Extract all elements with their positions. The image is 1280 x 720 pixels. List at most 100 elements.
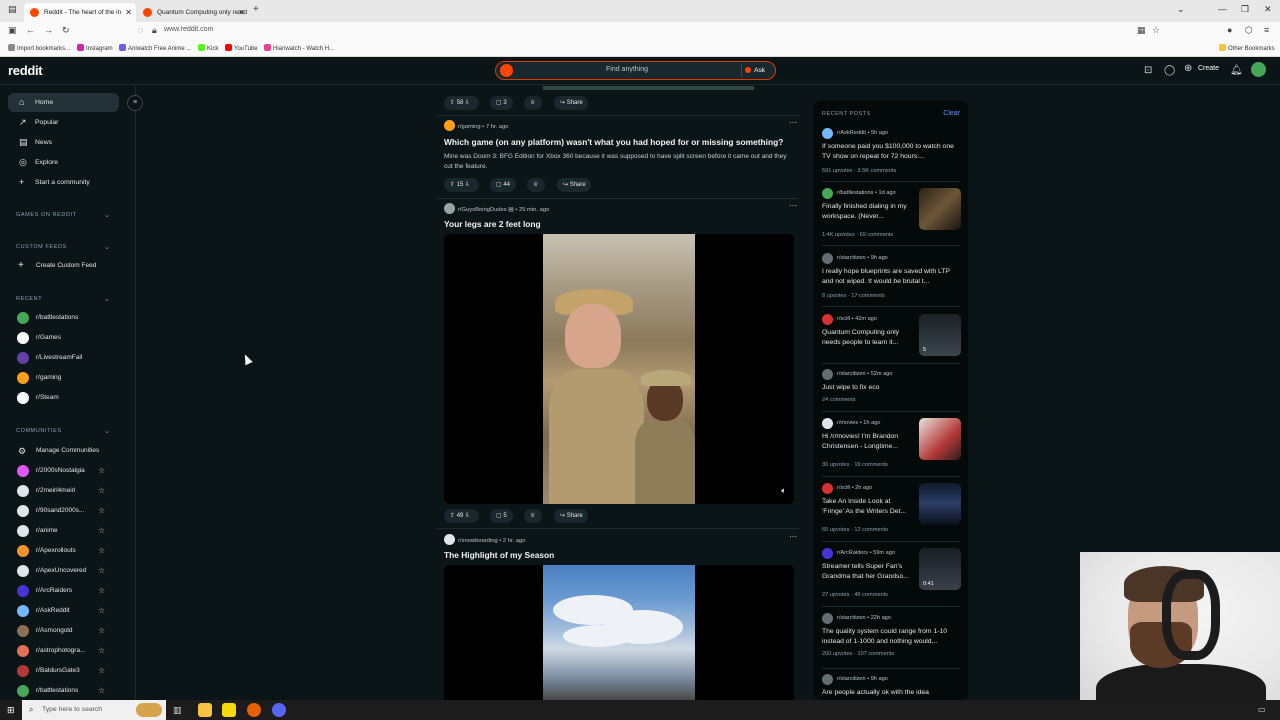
- close-tab-icon[interactable]: ✕: [238, 3, 245, 22]
- subreddit-link[interactable]: r/gaming: [458, 124, 481, 130]
- community-item[interactable]: r/AskReddit ☆: [16, 604, 126, 618]
- advertise-icon[interactable]: ⊡: [1144, 65, 1152, 76]
- favorite-star-icon[interactable]: ☆: [98, 524, 105, 538]
- recent-item[interactable]: r/battlestations: [16, 311, 126, 325]
- search-bar[interactable]: Find anything Ask: [495, 61, 776, 80]
- post-thumbnail[interactable]: 5: [919, 314, 961, 356]
- firefox-icon[interactable]: [247, 703, 261, 717]
- recent-post-item[interactable]: r/starcitizen • 9h ago I really hope blu…: [822, 253, 962, 301]
- favorite-star-icon[interactable]: ☆: [98, 664, 105, 678]
- post-title[interactable]: Which game (on any platform) wasn't what…: [444, 137, 783, 147]
- tab-reddit[interactable]: Reddit - The heart of the in ✕: [24, 3, 136, 22]
- extensions-icon[interactable]: ⬡: [1245, 25, 1253, 36]
- community-item[interactable]: r/ArcRaiders ☆: [16, 584, 126, 598]
- sidebar-item-home[interactable]: ⌂ Home: [8, 93, 119, 112]
- post-title[interactable]: The Highlight of my Season: [444, 550, 554, 560]
- sidebar-item-explore[interactable]: ◎ Explore: [8, 153, 119, 172]
- back-icon[interactable]: ←: [26, 25, 35, 35]
- share-button[interactable]: ↪ Share: [554, 509, 588, 523]
- favorite-star-icon[interactable]: ☆: [98, 464, 105, 478]
- recent-post-item[interactable]: r/battlestations • 1d ago Finally finish…: [822, 188, 962, 238]
- chat-icon[interactable]: ◯: [1164, 65, 1175, 76]
- section-communities[interactable]: COMMUNITIES ⌄: [16, 428, 110, 435]
- url-field[interactable]: www.reddit.com: [164, 26, 213, 33]
- section-games-on-reddit[interactable]: GAMES ON REDDIT ⌄: [16, 212, 110, 219]
- section-recent[interactable]: RECENT ⌄: [16, 296, 110, 303]
- recent-item[interactable]: r/Steam: [16, 391, 126, 405]
- subreddit-avatar[interactable]: [444, 534, 455, 545]
- sidebar-item-news[interactable]: ▤ News: [8, 133, 119, 152]
- tab-dropdown-icon[interactable]: ⌄: [1177, 4, 1185, 15]
- bookmark-hianwatch[interactable]: Hianwatch - Watch H...: [264, 44, 334, 52]
- post-thumbnail[interactable]: [919, 188, 961, 230]
- volume-icon[interactable]: 🔈︎: [781, 486, 786, 496]
- bookmark-import[interactable]: Import bookmarks...: [8, 44, 70, 52]
- collapse-sidebar-button[interactable]: ≡: [127, 95, 143, 111]
- comments-button[interactable]: ▢ 5: [490, 509, 513, 523]
- reload-icon[interactable]: ↻: [62, 25, 70, 36]
- share-button[interactable]: ↪ Share: [554, 96, 588, 110]
- recent-post-item[interactable]: r/starcitizen • 52m ago Just wipe to fix…: [822, 369, 962, 403]
- recent-post-item[interactable]: r/AskReddit • 5h ago If someone paid you…: [822, 128, 962, 176]
- award-button[interactable]: ♕: [524, 96, 542, 110]
- favorite-star-icon[interactable]: ☆: [98, 604, 105, 618]
- bookmark-instagram[interactable]: Instagram: [77, 44, 113, 52]
- favorite-star-icon[interactable]: ☆: [98, 624, 105, 638]
- favorite-star-icon[interactable]: ☆: [98, 644, 105, 658]
- recent-item[interactable]: r/gaming: [16, 371, 126, 385]
- close-window-icon[interactable]: ✕: [1264, 4, 1272, 15]
- community-item[interactable]: r/battlestations ☆: [16, 684, 126, 698]
- comments-button[interactable]: ▢ 44: [490, 178, 516, 192]
- clear-button[interactable]: Clear: [943, 110, 960, 117]
- create-button[interactable]: Create: [1198, 65, 1219, 72]
- minimize-icon[interactable]: —: [1218, 4, 1227, 14]
- favorite-star-icon[interactable]: ☆: [98, 564, 105, 578]
- create-plus-icon[interactable]: ⊕: [1184, 63, 1192, 74]
- community-item[interactable]: r/2meirl4meirl ☆: [16, 484, 126, 498]
- video-player[interactable]: 🔈︎: [444, 234, 794, 504]
- favorite-star-icon[interactable]: ☆: [98, 504, 105, 518]
- post-thumbnail[interactable]: 0:41: [919, 548, 961, 590]
- subreddit-link[interactable]: r/snowboarding: [458, 538, 498, 544]
- award-button[interactable]: ♕: [524, 509, 542, 523]
- bookmark-star-icon[interactable]: ☆: [1152, 25, 1160, 36]
- video-frame[interactable]: [543, 565, 695, 700]
- bookmark-kick[interactable]: Kick: [198, 44, 218, 52]
- community-item[interactable]: r/astrophotogra... ☆: [16, 644, 126, 658]
- sticky-notes-icon[interactable]: [222, 703, 236, 717]
- ask-button[interactable]: Ask: [741, 64, 771, 77]
- maximize-icon[interactable]: ❐: [1241, 4, 1249, 15]
- windows-start-icon[interactable]: ⊞: [7, 705, 15, 716]
- subreddit-link[interactable]: r/GuysBeingDudes: [458, 207, 507, 213]
- more-options-icon[interactable]: ⋯: [789, 201, 797, 210]
- recent-item[interactable]: r/LivestreamFail: [16, 351, 126, 365]
- reader-view-icon[interactable]: ▦: [1137, 25, 1146, 36]
- more-options-icon[interactable]: ⋯: [789, 118, 797, 127]
- recent-post-item[interactable]: r/starcitizen • 9h ago Are people actual…: [822, 674, 962, 700]
- video-frame[interactable]: [543, 234, 695, 504]
- award-button[interactable]: ♕: [527, 178, 545, 192]
- community-item[interactable]: r/ApexUncovered ☆: [16, 564, 126, 578]
- more-options-icon[interactable]: ⋯: [789, 532, 797, 541]
- community-item[interactable]: r/2000sNostalgia ☆: [16, 464, 126, 478]
- share-button[interactable]: ↪ Share: [557, 178, 591, 192]
- user-avatar[interactable]: [1251, 62, 1266, 77]
- bookmark-youtube[interactable]: YouTube: [225, 44, 258, 52]
- comments-button[interactable]: ▢ 3: [490, 96, 513, 110]
- post-thumbnail[interactable]: [919, 483, 961, 525]
- vote-pill[interactable]: ⇧ 15 ⇩: [444, 178, 479, 192]
- favorite-star-icon[interactable]: ☆: [98, 684, 105, 698]
- recent-item[interactable]: r/Games: [16, 331, 126, 345]
- reddit-logo[interactable]: reddit: [8, 63, 43, 78]
- community-item[interactable]: r/BaldursGate3 ☆: [16, 664, 126, 678]
- discord-icon[interactable]: [272, 703, 286, 717]
- tab-quantum-computing[interactable]: Quantum Computing only need ✕: [137, 3, 249, 22]
- taskbar-search[interactable]: ⌕ Type here to search: [22, 700, 166, 720]
- community-item[interactable]: r/anime ☆: [16, 524, 126, 538]
- notification-center-icon[interactable]: ▭: [1258, 703, 1272, 717]
- tab-list-icon[interactable]: ▤: [8, 4, 17, 15]
- account-icon[interactable]: ●: [1227, 25, 1232, 35]
- recent-post-item[interactable]: r/starcitizen • 22h ago The quality syst…: [822, 613, 962, 661]
- bookmark-other[interactable]: Other Bookmarks: [1219, 44, 1275, 52]
- community-item[interactable]: r/Apexrollouts ☆: [16, 544, 126, 558]
